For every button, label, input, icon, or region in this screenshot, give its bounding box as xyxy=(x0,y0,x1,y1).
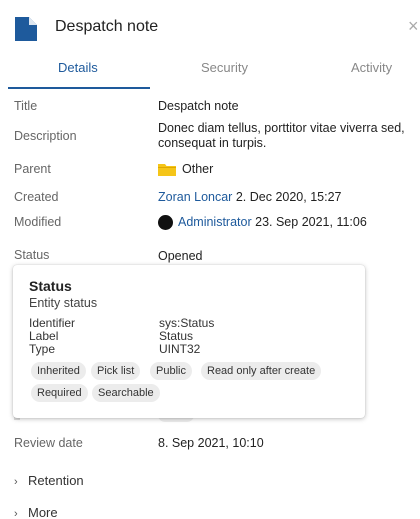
panel-title: Despatch note xyxy=(55,18,159,35)
popup-title: Status xyxy=(29,278,72,294)
section-more-label: More xyxy=(28,505,58,519)
created-value: Zoran Loncar 2. Dec 2020, 15:27 xyxy=(158,190,341,204)
document-icon xyxy=(15,17,37,41)
tab-security[interactable]: Security xyxy=(201,60,248,75)
close-icon[interactable]: × xyxy=(408,16,419,36)
avatar xyxy=(158,215,173,230)
chip-required: Required xyxy=(31,384,88,402)
status-value: Opened xyxy=(158,249,203,263)
tab-details[interactable]: Details xyxy=(58,60,98,75)
title-label: Title xyxy=(14,99,38,113)
review-date-label: Review date xyxy=(14,436,83,450)
chip-read-only-after-create: Read only after create xyxy=(201,362,322,380)
parent-link[interactable]: Other xyxy=(182,162,213,176)
modified-label: Modified xyxy=(14,215,62,229)
active-tab-indicator xyxy=(8,87,150,89)
chip-inherited: Inherited xyxy=(31,362,86,380)
section-more[interactable]: › More xyxy=(14,505,58,519)
chip-searchable: Searchable xyxy=(92,384,160,402)
tab-activity[interactable]: Activity xyxy=(351,60,392,75)
identifier-label: Identifier xyxy=(29,316,76,330)
identifier-value: sys:Status xyxy=(159,316,215,330)
property-info-popup: Status Entity status Identifier sys:Stat… xyxy=(13,265,365,418)
description-value-line1: Donec diam tellus, porttitor vitae viver… xyxy=(158,121,405,135)
description-label: Description xyxy=(14,129,77,143)
type-value: UINT32 xyxy=(159,342,201,356)
chip-pick-list: Pick list xyxy=(91,362,141,380)
created-label: Created xyxy=(14,190,59,204)
modified-value: Administrator 23. Sep 2021, 11:06 xyxy=(178,215,367,229)
parent-label: Parent xyxy=(14,162,51,176)
description-value-line2: consequat in turpis. xyxy=(158,136,267,150)
review-date-value: 8. Sep 2021, 10:10 xyxy=(158,436,264,450)
type-label: Type xyxy=(29,342,56,356)
label-label: Label xyxy=(29,329,59,343)
title-value: Despatch note xyxy=(158,99,239,113)
label-value: Status xyxy=(159,329,194,343)
popup-subtitle: Entity status xyxy=(29,296,98,310)
modified-by-link[interactable]: Administrator xyxy=(178,215,252,229)
panel-header: Despatch note × xyxy=(0,0,420,56)
chevron-right-icon: › xyxy=(14,476,18,488)
section-retention-label: Retention xyxy=(28,473,84,488)
chip-public: Public xyxy=(150,362,192,380)
tab-bar: Details Security Activity xyxy=(0,56,420,89)
created-date: 2. Dec 2020, 15:27 xyxy=(235,190,342,204)
folder-icon xyxy=(158,164,176,176)
modified-date: 23. Sep 2021, 11:06 xyxy=(255,215,367,229)
chevron-right-icon: › xyxy=(14,508,18,519)
status-label[interactable]: Status xyxy=(14,248,49,262)
created-by-link[interactable]: Zoran Loncar xyxy=(158,190,232,204)
section-retention[interactable]: › Retention xyxy=(14,473,84,488)
